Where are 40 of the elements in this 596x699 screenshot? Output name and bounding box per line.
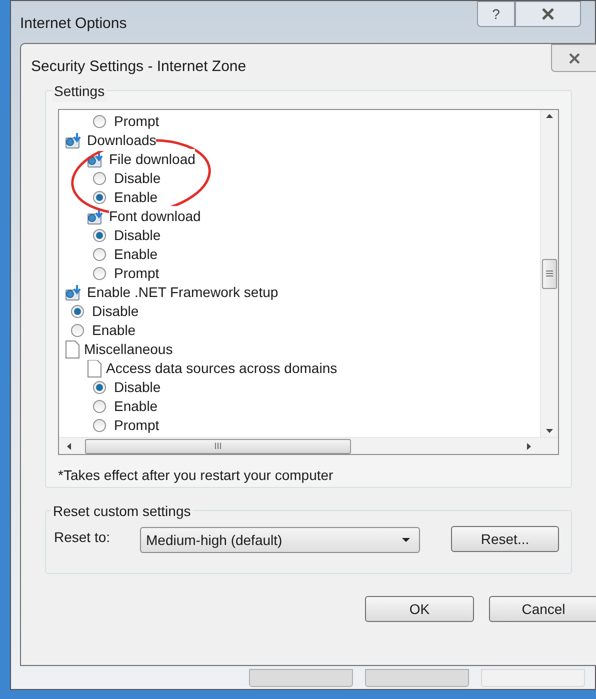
radio-button[interactable] xyxy=(93,229,106,242)
field-label: Reset to: xyxy=(54,528,112,547)
dropdown-caret-icon xyxy=(402,538,410,542)
radio-button[interactable] xyxy=(93,191,106,204)
dialog-title: Security Settings - Internet Zone xyxy=(30,57,246,77)
grip-icon xyxy=(546,270,553,277)
restart-note: *Takes effect after you restart your computer xyxy=(58,466,334,485)
settings-download-icon xyxy=(87,151,105,168)
scroll-left-icon xyxy=(67,442,71,450)
scroll-down-icon xyxy=(546,429,553,433)
settings-download-icon xyxy=(87,208,105,225)
window-title: Internet Options xyxy=(19,14,127,34)
scrollbar-thumb[interactable] xyxy=(542,258,557,288)
scroll-right-icon xyxy=(527,442,531,450)
radio-button[interactable] xyxy=(93,267,106,280)
blank-page-icon xyxy=(65,340,80,359)
close-button[interactable] xyxy=(515,1,581,27)
radio-button[interactable] xyxy=(71,305,84,318)
radio-button[interactable] xyxy=(93,419,106,432)
vertical-scrollbar[interactable] xyxy=(540,110,558,437)
scroll-up-icon xyxy=(546,114,553,118)
close-icon xyxy=(568,52,580,64)
reset-level-dropdown[interactable]: Medium-high (default) xyxy=(140,527,420,553)
ok-button[interactable]: OK xyxy=(365,596,474,622)
radio-button[interactable] xyxy=(93,172,106,185)
radio-button[interactable] xyxy=(71,324,84,337)
radio-button[interactable] xyxy=(93,115,106,128)
horizontal-scrollbar[interactable]: III xyxy=(59,437,558,454)
blank-page-icon xyxy=(87,359,102,378)
cancel-button[interactable]: Cancel xyxy=(489,596,596,622)
close-icon xyxy=(541,8,555,20)
radio-button[interactable] xyxy=(93,248,106,261)
radio-button[interactable] xyxy=(93,381,106,394)
settings-download-icon xyxy=(65,132,83,149)
settings-download-icon xyxy=(65,284,83,301)
scrollbar-thumb[interactable]: III xyxy=(85,438,351,454)
radio-button[interactable] xyxy=(93,400,106,413)
close-button[interactable] xyxy=(551,44,596,72)
help-button[interactable]: ? xyxy=(477,1,515,27)
reset-button[interactable]: Reset... xyxy=(451,526,559,552)
